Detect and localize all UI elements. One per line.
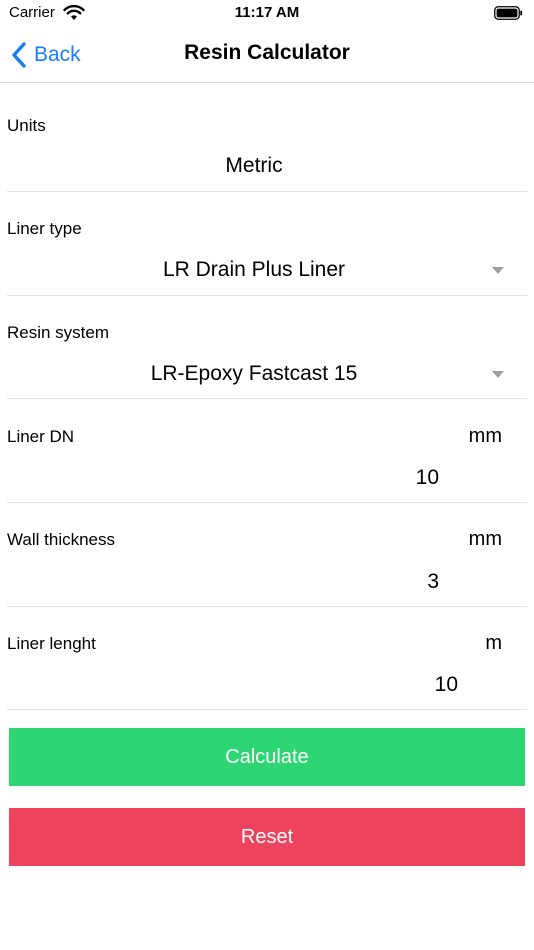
status-time: 11:17 AM — [234, 4, 300, 21]
liner-type-dropdown[interactable]: LR Drain Plus Liner — [7, 258, 501, 282]
nav-divider — [0, 82, 534, 83]
units-selector[interactable]: Metric — [7, 154, 501, 178]
liner-length-label: Liner lenght — [7, 634, 96, 653]
divider — [7, 295, 527, 296]
liner-dn-unit: mm — [468, 425, 502, 447]
wall-thickness-input[interactable] — [300, 569, 439, 595]
page-title: Resin Calculator — [184, 41, 350, 64]
divider — [7, 502, 527, 503]
divider — [7, 398, 527, 399]
liner-length-input[interactable] — [300, 672, 458, 698]
liner-dn-label: Liner DN — [7, 427, 75, 446]
liner-dn-input[interactable] — [300, 465, 439, 491]
divider — [7, 709, 527, 710]
dropdown-caret-icon[interactable] — [492, 371, 504, 378]
resin-system-dropdown[interactable]: LR-Epoxy Fastcast 15 — [7, 362, 501, 386]
dropdown-caret-icon[interactable] — [492, 267, 504, 274]
reset-button[interactable]: Reset — [9, 808, 525, 866]
resin-system-label: Resin system — [7, 323, 110, 342]
calculate-button[interactable]: Calculate — [9, 728, 525, 786]
divider — [7, 191, 527, 192]
battery-icon — [494, 6, 523, 20]
units-label: Units — [7, 116, 46, 135]
wall-thickness-unit: mm — [468, 528, 502, 550]
wall-thickness-label: Wall thickness — [7, 530, 116, 549]
divider — [7, 606, 527, 607]
liner-length-unit: m — [485, 632, 502, 654]
liner-type-label: Liner type — [7, 219, 82, 238]
